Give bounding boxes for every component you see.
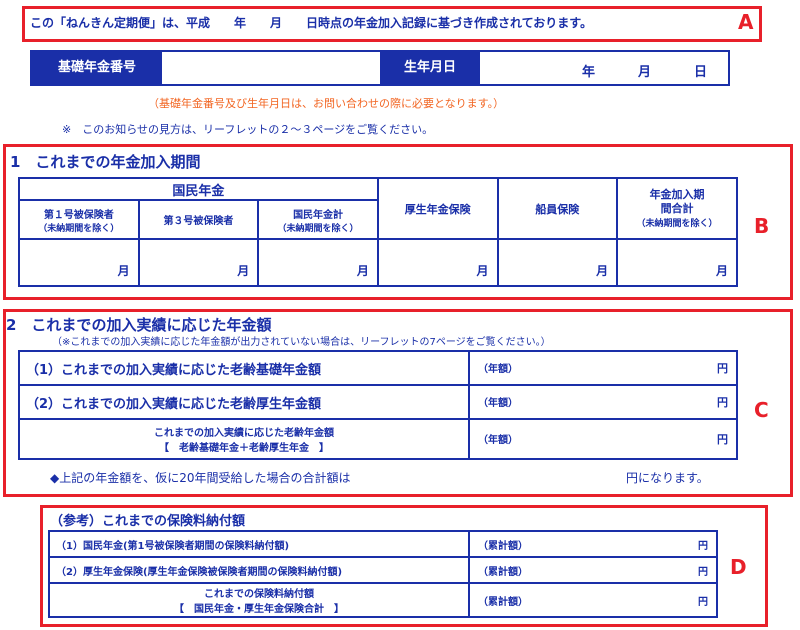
total-premium-cumulative: （累計額） bbox=[478, 596, 528, 608]
birthdate-day: 日 bbox=[694, 65, 708, 80]
employee-pension-annual: （年額） bbox=[478, 398, 518, 409]
pension-amount-table: （1）これまでの加入実績に応じた老齢基礎年金額 （年額） 円 （2）これまでの加… bbox=[18, 350, 738, 460]
basic-number-label: 基礎年金番号 bbox=[32, 52, 162, 84]
section2-subnote: （※これまでの加入実績に応じた年金額が出力されていない場合は、リーフレットの7ペ… bbox=[52, 337, 551, 348]
national-premium-row-label: （1）国民年金(第1号被保険者期間の保険料納付額) bbox=[48, 530, 470, 558]
total-premium-row-label: これまでの保険料納付額 【 国民年金・厚生年金保険合計 】 bbox=[48, 582, 470, 618]
basic-pension-amount[interactable]: （年額） 円 bbox=[468, 350, 738, 386]
section1-title: 1 これまでの年金加入期間 bbox=[10, 153, 201, 171]
seamen-insurance-header: 船員保険 bbox=[496, 176, 619, 241]
inquiry-note: （基礎年金番号及び生年月日は、お問い合わせの際に必要となります。） bbox=[148, 97, 505, 110]
basic-pension-row-label: （1）これまでの加入実績に応じた老齢基礎年金額 bbox=[18, 350, 470, 386]
basic-pension-yen: 円 bbox=[717, 362, 728, 375]
employee-premium-cumulative: （累計額） bbox=[478, 566, 528, 578]
birthdate-month: 月 bbox=[638, 65, 652, 80]
twenty-year-summary-left: ◆上記の年金額を、仮に20年間受給した場合の合計額は bbox=[50, 471, 351, 485]
seamen-months[interactable]: 月 bbox=[496, 238, 619, 287]
employee-premium-row-label: （2）厚生年金保険(厚生年金保険被保険者期間の保険料納付額) bbox=[48, 556, 470, 584]
type1-sub: （未納期間を除く） bbox=[38, 223, 120, 234]
total-pension-line2: 【 老齢基礎年金＋老齢厚生年金 】 bbox=[159, 443, 329, 454]
total-months[interactable]: 月 bbox=[616, 238, 738, 287]
np-total-header: 国民年金計 （未納期間を除く） bbox=[257, 199, 379, 241]
employee-pension-row-label: （2）これまでの加入実績に応じた老齢厚生年金額 bbox=[18, 384, 470, 420]
total-premium-yen: 円 bbox=[698, 596, 708, 608]
header-notice-text: この「ねんきん定期便」は、平成 年 月 日時点の年金加入記録に基づき作成されてお… bbox=[30, 16, 593, 30]
employee-months[interactable]: 月 bbox=[376, 238, 499, 287]
total-pension-annual: （年額） bbox=[478, 435, 518, 446]
section2-title: 2 これまでの加入実績に応じた年金額 bbox=[6, 316, 272, 334]
employee-premium-yen: 円 bbox=[698, 566, 708, 578]
np-total-sub: （未納期間を除く） bbox=[277, 223, 359, 234]
basic-number-value[interactable] bbox=[162, 52, 374, 84]
employee-pension-header: 厚生年金保険 bbox=[376, 176, 499, 241]
section3-title: （参考）これまでの保険料納付額 bbox=[50, 514, 246, 529]
total-premium-amount[interactable]: （累計額） 円 bbox=[468, 582, 718, 618]
total-pension-amount[interactable]: （年額） 円 bbox=[468, 418, 738, 460]
label-c: C bbox=[754, 398, 769, 422]
np-total-months[interactable]: 月 bbox=[257, 238, 379, 287]
employee-premium-amount[interactable]: （累計額） 円 bbox=[468, 556, 718, 584]
premium-payment-table: （1）国民年金(第1号被保険者期間の保険料納付額) （累計額） 円 （2）厚生年… bbox=[48, 530, 718, 618]
birthdate-label: 生年月日 bbox=[380, 52, 480, 84]
birthdate-year: 年 bbox=[582, 65, 596, 80]
total-period-title: 年金加入期間合計 bbox=[649, 188, 705, 216]
type1-header: 第１号被保険者 （未納期間を除く） bbox=[18, 199, 140, 241]
type1-months[interactable]: 月 bbox=[18, 238, 140, 287]
total-pension-line1: これまでの加入実績に応じた老齢年金額 bbox=[154, 428, 334, 439]
label-b: B bbox=[754, 214, 770, 238]
national-premium-cumulative: （累計額） bbox=[478, 540, 528, 552]
total-premium-line1: これまでの保険料納付額 bbox=[204, 589, 314, 600]
total-period-header: 年金加入期間合計 （未納期間を除く） bbox=[616, 176, 738, 241]
type1-title: 第１号被保険者 bbox=[43, 209, 114, 221]
employee-pension-amount[interactable]: （年額） 円 bbox=[468, 384, 738, 420]
enrollment-period-table: 国民年金 厚生年金保険 船員保険 年金加入期間合計 （未納期間を除く） 第１号被… bbox=[18, 176, 738, 287]
np-total-title: 国民年金計 bbox=[293, 209, 344, 221]
label-d: D bbox=[730, 555, 747, 579]
total-premium-line2: 【 国民年金・厚生年金保険合計 】 bbox=[174, 604, 344, 615]
national-premium-yen: 円 bbox=[698, 540, 708, 552]
leaflet-note: ※ このお知らせの見方は、リーフレットの２～３ページをご覧ください。 bbox=[62, 123, 434, 136]
employee-pension-yen: 円 bbox=[717, 396, 728, 409]
total-pension-row-label: これまでの加入実績に応じた老齢年金額 【 老齢基礎年金＋老齢厚生年金 】 bbox=[18, 418, 470, 460]
basic-pension-annual: （年額） bbox=[478, 364, 518, 375]
total-pension-yen: 円 bbox=[717, 433, 728, 446]
national-pension-header: 国民年金 bbox=[18, 176, 379, 202]
type3-months[interactable]: 月 bbox=[137, 238, 260, 287]
total-period-sub: （未納期間を除く） bbox=[636, 219, 718, 230]
national-premium-amount[interactable]: （累計額） 円 bbox=[468, 530, 718, 558]
twenty-year-summary-right: 円になります。 bbox=[626, 471, 709, 485]
type3-header: 第３号被保険者 bbox=[137, 199, 260, 241]
label-a: A bbox=[738, 10, 754, 34]
